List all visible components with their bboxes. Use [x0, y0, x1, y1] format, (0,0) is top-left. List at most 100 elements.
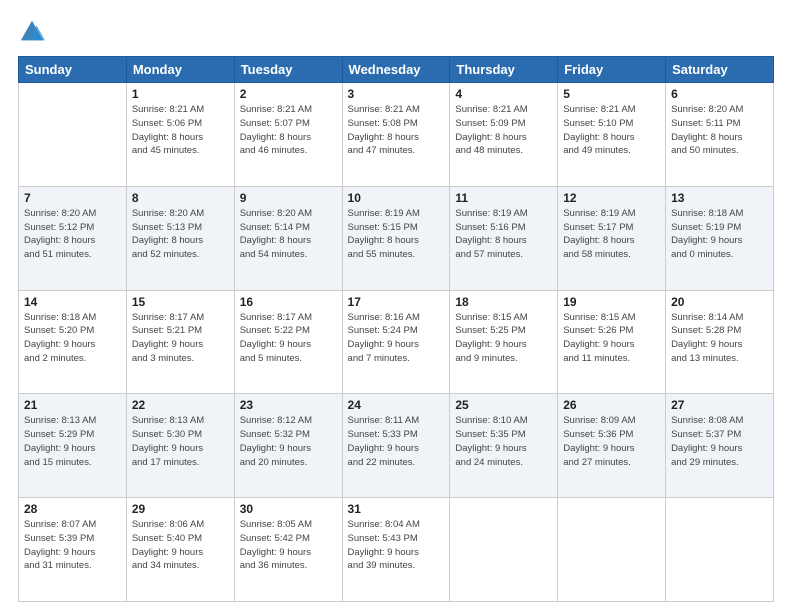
day-number: 20	[671, 295, 768, 309]
calendar-cell: 3 Sunrise: 8:21 AM Sunset: 5:08 PM Daylig…	[342, 83, 450, 187]
day-info: Sunrise: 8:20 AM Sunset: 5:14 PM Dayligh…	[240, 207, 337, 262]
day-number: 11	[455, 191, 552, 205]
calendar-cell: 13 Sunrise: 8:18 AM Sunset: 5:19 PM Dayli…	[666, 186, 774, 290]
day-info: Sunrise: 8:19 AM Sunset: 5:16 PM Dayligh…	[455, 207, 552, 262]
calendar-cell: 25 Sunrise: 8:10 AM Sunset: 5:35 PM Dayli…	[450, 394, 558, 498]
day-number: 2	[240, 87, 337, 101]
day-info: Sunrise: 8:21 AM Sunset: 5:08 PM Dayligh…	[348, 103, 445, 158]
day-info: Sunrise: 8:20 AM Sunset: 5:13 PM Dayligh…	[132, 207, 229, 262]
calendar-cell: 5 Sunrise: 8:21 AM Sunset: 5:10 PM Daylig…	[558, 83, 666, 187]
calendar-week-3: 21 Sunrise: 8:13 AM Sunset: 5:29 PM Dayli…	[19, 394, 774, 498]
day-info: Sunrise: 8:06 AM Sunset: 5:40 PM Dayligh…	[132, 518, 229, 573]
day-info: Sunrise: 8:18 AM Sunset: 5:20 PM Dayligh…	[24, 311, 121, 366]
day-number: 15	[132, 295, 229, 309]
day-info: Sunrise: 8:18 AM Sunset: 5:19 PM Dayligh…	[671, 207, 768, 262]
day-number: 9	[240, 191, 337, 205]
day-header-saturday: Saturday	[666, 57, 774, 83]
calendar-cell: 27Sunrise: 8:08 AM Sunset: 5:37 PM Dayli…	[666, 394, 774, 498]
calendar-cell	[666, 498, 774, 602]
calendar-cell: 28 Sunrise: 8:07 AM Sunset: 5:39 PM Dayli…	[19, 498, 127, 602]
day-header-tuesday: Tuesday	[234, 57, 342, 83]
calendar-cell: 31 Sunrise: 8:04 AM Sunset: 5:43 PM Dayli…	[342, 498, 450, 602]
calendar-cell: 15Sunrise: 8:17 AM Sunset: 5:21 PM Dayli…	[126, 290, 234, 394]
day-info: Sunrise: 8:07 AM Sunset: 5:39 PM Dayligh…	[24, 518, 121, 573]
day-info: Sunrise: 8:15 AM Sunset: 5:25 PM Dayligh…	[455, 311, 552, 366]
calendar-cell: 20 Sunrise: 8:14 AM Sunset: 5:28 PM Dayli…	[666, 290, 774, 394]
day-number: 4	[455, 87, 552, 101]
calendar-cell: 16Sunrise: 8:17 AM Sunset: 5:22 PM Dayli…	[234, 290, 342, 394]
calendar-cell: 17 Sunrise: 8:16 AM Sunset: 5:24 PM Dayli…	[342, 290, 450, 394]
calendar-header-row: SundayMondayTuesdayWednesdayThursdayFrid…	[19, 57, 774, 83]
day-number: 28	[24, 502, 121, 516]
day-number: 21	[24, 398, 121, 412]
day-info: Sunrise: 8:08 AM Sunset: 5:37 PM Dayligh…	[671, 414, 768, 469]
header	[18, 18, 774, 46]
calendar-cell	[19, 83, 127, 187]
calendar-cell: 26 Sunrise: 8:09 AM Sunset: 5:36 PM Dayli…	[558, 394, 666, 498]
calendar-cell: 19Sunrise: 8:15 AM Sunset: 5:26 PM Dayli…	[558, 290, 666, 394]
calendar-cell: 23 Sunrise: 8:12 AM Sunset: 5:32 PM Dayli…	[234, 394, 342, 498]
day-number: 13	[671, 191, 768, 205]
calendar-cell: 10Sunrise: 8:19 AM Sunset: 5:15 PM Dayli…	[342, 186, 450, 290]
day-info: Sunrise: 8:21 AM Sunset: 5:10 PM Dayligh…	[563, 103, 660, 158]
day-info: Sunrise: 8:13 AM Sunset: 5:30 PM Dayligh…	[132, 414, 229, 469]
day-number: 3	[348, 87, 445, 101]
calendar-cell: 29 Sunrise: 8:06 AM Sunset: 5:40 PM Dayli…	[126, 498, 234, 602]
calendar-cell: 21 Sunrise: 8:13 AM Sunset: 5:29 PM Dayli…	[19, 394, 127, 498]
calendar-cell: 1 Sunrise: 8:21 AM Sunset: 5:06 PM Daylig…	[126, 83, 234, 187]
calendar-cell: 2Sunrise: 8:21 AM Sunset: 5:07 PM Daylig…	[234, 83, 342, 187]
calendar-cell: 30 Sunrise: 8:05 AM Sunset: 5:42 PM Dayli…	[234, 498, 342, 602]
day-number: 8	[132, 191, 229, 205]
day-number: 14	[24, 295, 121, 309]
day-number: 10	[348, 191, 445, 205]
page: SundayMondayTuesdayWednesdayThursdayFrid…	[0, 0, 792, 612]
day-number: 31	[348, 502, 445, 516]
day-number: 26	[563, 398, 660, 412]
calendar-cell: 11 Sunrise: 8:19 AM Sunset: 5:16 PM Dayli…	[450, 186, 558, 290]
day-number: 22	[132, 398, 229, 412]
day-info: Sunrise: 8:21 AM Sunset: 5:09 PM Dayligh…	[455, 103, 552, 158]
day-number: 6	[671, 87, 768, 101]
day-info: Sunrise: 8:12 AM Sunset: 5:32 PM Dayligh…	[240, 414, 337, 469]
day-header-thursday: Thursday	[450, 57, 558, 83]
calendar-cell: 24 Sunrise: 8:11 AM Sunset: 5:33 PM Dayli…	[342, 394, 450, 498]
day-number: 1	[132, 87, 229, 101]
day-info: Sunrise: 8:11 AM Sunset: 5:33 PM Dayligh…	[348, 414, 445, 469]
calendar-cell	[558, 498, 666, 602]
day-header-sunday: Sunday	[19, 57, 127, 83]
calendar-week-2: 14 Sunrise: 8:18 AM Sunset: 5:20 PM Dayli…	[19, 290, 774, 394]
calendar-cell: 6Sunrise: 8:20 AM Sunset: 5:11 PM Daylig…	[666, 83, 774, 187]
calendar-cell: 18 Sunrise: 8:15 AM Sunset: 5:25 PM Dayli…	[450, 290, 558, 394]
day-number: 24	[348, 398, 445, 412]
logo-icon	[18, 18, 46, 46]
day-info: Sunrise: 8:14 AM Sunset: 5:28 PM Dayligh…	[671, 311, 768, 366]
day-number: 23	[240, 398, 337, 412]
calendar-week-4: 28 Sunrise: 8:07 AM Sunset: 5:39 PM Dayli…	[19, 498, 774, 602]
day-header-wednesday: Wednesday	[342, 57, 450, 83]
logo	[18, 18, 50, 46]
day-info: Sunrise: 8:09 AM Sunset: 5:36 PM Dayligh…	[563, 414, 660, 469]
calendar-cell: 9 Sunrise: 8:20 AM Sunset: 5:14 PM Daylig…	[234, 186, 342, 290]
day-number: 25	[455, 398, 552, 412]
day-number: 5	[563, 87, 660, 101]
day-info: Sunrise: 8:04 AM Sunset: 5:43 PM Dayligh…	[348, 518, 445, 573]
day-info: Sunrise: 8:15 AM Sunset: 5:26 PM Dayligh…	[563, 311, 660, 366]
day-info: Sunrise: 8:21 AM Sunset: 5:06 PM Dayligh…	[132, 103, 229, 158]
calendar-week-0: 1 Sunrise: 8:21 AM Sunset: 5:06 PM Daylig…	[19, 83, 774, 187]
day-info: Sunrise: 8:05 AM Sunset: 5:42 PM Dayligh…	[240, 518, 337, 573]
day-info: Sunrise: 8:13 AM Sunset: 5:29 PM Dayligh…	[24, 414, 121, 469]
day-number: 29	[132, 502, 229, 516]
calendar-cell: 12 Sunrise: 8:19 AM Sunset: 5:17 PM Dayli…	[558, 186, 666, 290]
day-number: 12	[563, 191, 660, 205]
calendar-table: SundayMondayTuesdayWednesdayThursdayFrid…	[18, 56, 774, 602]
day-number: 30	[240, 502, 337, 516]
calendar-cell	[450, 498, 558, 602]
day-number: 18	[455, 295, 552, 309]
calendar-cell: 7Sunrise: 8:20 AM Sunset: 5:12 PM Daylig…	[19, 186, 127, 290]
day-info: Sunrise: 8:10 AM Sunset: 5:35 PM Dayligh…	[455, 414, 552, 469]
day-info: Sunrise: 8:16 AM Sunset: 5:24 PM Dayligh…	[348, 311, 445, 366]
day-info: Sunrise: 8:19 AM Sunset: 5:17 PM Dayligh…	[563, 207, 660, 262]
day-info: Sunrise: 8:20 AM Sunset: 5:12 PM Dayligh…	[24, 207, 121, 262]
day-number: 17	[348, 295, 445, 309]
calendar-cell: 8 Sunrise: 8:20 AM Sunset: 5:13 PM Daylig…	[126, 186, 234, 290]
